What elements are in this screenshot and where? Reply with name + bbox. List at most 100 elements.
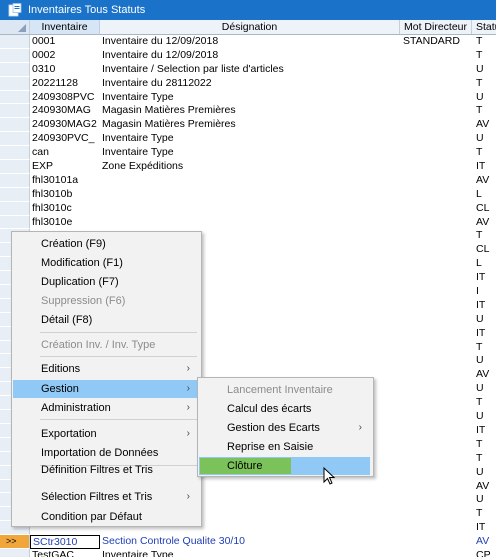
table-row[interactable]: 20221128 Inventaire du 28112022 T: [0, 76, 496, 91]
row-selector[interactable]: [0, 118, 30, 133]
table-cell-c3: [400, 313, 472, 327]
table-cell-c3: [400, 466, 472, 480]
menu-separator: [40, 419, 197, 420]
table-cell-c4: IT: [476, 298, 486, 311]
row-selector[interactable]: [0, 187, 30, 202]
context-menu-item[interactable]: Editions ›: [13, 360, 200, 378]
table-cell-c2: [100, 174, 400, 188]
table-row[interactable]: 0001 Inventaire du 12/09/2018 STANDARD T: [0, 35, 496, 49]
table-cell-c1: fhl30101a: [32, 173, 79, 186]
context-menu-item[interactable]: Sélection Filtres et Tris ›: [13, 488, 200, 506]
row-selector[interactable]: [0, 76, 30, 91]
submenu-item[interactable]: Gestion des Ecarts ›: [199, 419, 372, 437]
table-cell-c4: U: [476, 312, 484, 325]
table-cell-c4: IT: [476, 271, 486, 284]
table-row[interactable]: can Inventaire Type T: [0, 146, 496, 161]
chevron-right-icon: ›: [186, 428, 190, 439]
table-cell-c4: T: [476, 35, 483, 47]
menu-item-label: Détail (F8): [41, 314, 93, 326]
table-row[interactable]: 0002 Inventaire du 12/09/2018 T: [0, 48, 496, 63]
table-cell-c4: IT: [476, 326, 486, 339]
table-row[interactable]: TestGAC Inventaire Type CP: [0, 548, 496, 557]
table-cell-c4: CP: [476, 548, 491, 557]
window-title: Inventaires Tous Statuts: [28, 4, 146, 16]
table-cell-c4: U: [476, 465, 484, 478]
table-cell-c2: Magasin Matières Premières: [102, 104, 236, 117]
column-header-inventaire[interactable]: Inventaire: [30, 20, 100, 34]
row-selector[interactable]: [0, 62, 30, 77]
table-cell-c3: [400, 132, 472, 146]
menu-item-label: Création (F9): [41, 238, 106, 250]
menu-item-label: Création Inv. / Inv. Type: [41, 339, 156, 351]
context-menu-item[interactable]: Définition Filtres et Tris: [13, 461, 200, 479]
table-row[interactable]: 2409308PVC Inventaire Type U: [0, 90, 496, 105]
submenu-item[interactable]: Reprise en Saisie: [199, 438, 372, 456]
context-menu-item[interactable]: Duplication (F7): [13, 273, 200, 291]
table-cell-c3: [400, 285, 472, 299]
table-row[interactable]: EXP Zone Expéditions IT: [0, 160, 496, 174]
row-selector[interactable]: [0, 201, 30, 216]
menu-item-label: Sélection Filtres et Tris: [41, 491, 153, 503]
row-selector[interactable]: [0, 90, 30, 105]
table-cell-c4: T: [476, 437, 483, 450]
row-selector[interactable]: >>: [0, 535, 30, 549]
table-cell-c4: AV: [476, 215, 490, 228]
table-cell-c4: T: [476, 396, 483, 409]
column-header-designation[interactable]: Désignation: [100, 20, 400, 34]
table-cell-c2: Inventaire Type: [102, 132, 174, 145]
table-cell-c1: 240930MAG2: [32, 118, 97, 131]
table-cell-c3: [400, 452, 472, 466]
menu-item-label: Modification (F1): [41, 257, 123, 269]
table-cell-c2: [100, 216, 400, 230]
row-selector[interactable]: [0, 132, 30, 147]
menu-separator: [40, 332, 197, 333]
row-selector[interactable]: [0, 160, 30, 174]
submenu-item[interactable]: Calcul des écarts: [199, 400, 372, 418]
table-row[interactable]: >> SCtr3010 Section Controle Qualite 30/10…: [0, 535, 496, 549]
context-menu-item[interactable]: Administration ›: [13, 399, 200, 417]
table-cell-c3: [400, 174, 472, 188]
table-cell-c2: Inventaire / Selection par liste d'artic…: [102, 62, 284, 75]
submenu-item[interactable]: Clôture: [199, 457, 370, 475]
row-selector[interactable]: [0, 146, 30, 161]
select-all-corner[interactable]: [0, 20, 30, 34]
table-row[interactable]: 0310 Inventaire / Selection par liste d'a…: [0, 62, 496, 77]
table-cell-c2: [100, 202, 400, 216]
row-selector[interactable]: [0, 104, 30, 119]
table-row[interactable]: fhl3010e AV: [0, 215, 496, 230]
table-row[interactable]: 240930MAG Magasin Matières Premières T: [0, 104, 496, 119]
table-row[interactable]: 240930PVC_ Inventaire Type U: [0, 132, 496, 147]
table-cell-c4: U: [476, 354, 484, 367]
row-selector[interactable]: [0, 48, 30, 63]
table-cell-c1: fhl3010c: [32, 201, 72, 214]
menu-item-label: Gestion des Ecarts: [227, 422, 320, 434]
context-menu-item[interactable]: Modification (F1): [13, 254, 200, 272]
column-header-statut[interactable]: Statut: [472, 20, 496, 34]
row-selector[interactable]: [0, 173, 30, 188]
context-menu-item[interactable]: Gestion ›: [13, 380, 200, 398]
table-cell-c1: fhl3010b: [32, 187, 73, 200]
table-cell-c4: L: [476, 257, 482, 270]
context-menu-item[interactable]: Exportation ›: [13, 425, 200, 443]
table-cell-c2: Section Controle Qualite 30/10: [102, 535, 246, 548]
column-header-mot-directeur[interactable]: Mot Directeur: [400, 20, 472, 34]
table-cell-c2: Inventaire Type: [102, 146, 174, 159]
table-cell-c3: [400, 91, 472, 105]
table-cell-c3: [400, 410, 472, 424]
table-row[interactable]: fhl3010c CL: [0, 201, 496, 216]
context-menu-item[interactable]: Création (F9): [13, 235, 200, 253]
row-selector[interactable]: [0, 215, 30, 230]
table-cell-c3: [400, 243, 472, 257]
table-cell-c3: [400, 521, 472, 535]
grid-header: Inventaire Désignation Mot Directeur Sta…: [0, 20, 496, 35]
table-row[interactable]: fhl30101a AV: [0, 173, 496, 188]
context-menu-item[interactable]: Condition par Défaut: [13, 508, 200, 526]
context-menu-item[interactable]: Importation de Données: [13, 444, 200, 462]
table-cell-c3: [400, 368, 472, 382]
menu-item-label: Editions: [41, 363, 81, 375]
table-row[interactable]: 240930MAG2 Magasin Matières Premières AV: [0, 118, 496, 133]
row-selector[interactable]: [0, 548, 30, 557]
table-row[interactable]: fhl3010b L: [0, 187, 496, 202]
row-selector[interactable]: [0, 35, 30, 49]
context-menu-item[interactable]: Détail (F8): [13, 311, 200, 329]
